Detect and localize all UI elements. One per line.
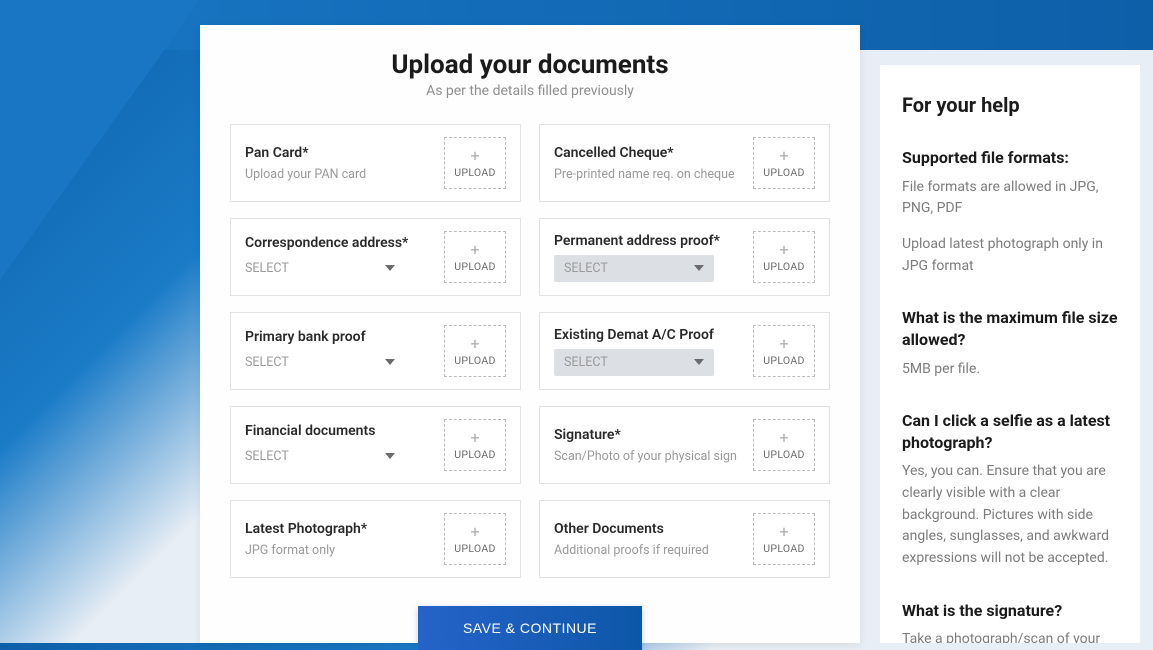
- help-section-selfie: Can I click a selfie as a latest photogr…: [902, 410, 1120, 570]
- doc-card-permanent: Permanent address proof* SELECT + UPLOAD: [539, 218, 830, 296]
- upload-label: UPLOAD: [454, 354, 495, 367]
- plus-icon: +: [779, 336, 788, 352]
- select-correspondence[interactable]: SELECT: [245, 257, 395, 280]
- help-question: What is the signature?: [902, 600, 1120, 622]
- upload-button-demat[interactable]: + UPLOAD: [753, 325, 815, 377]
- upload-button-financial[interactable]: + UPLOAD: [444, 419, 506, 471]
- doc-hint-other: Additional proofs if required: [554, 543, 753, 558]
- doc-label-permanent: Permanent address proof*: [554, 233, 753, 249]
- doc-card-cheque: Cancelled Cheque* Pre-printed name req. …: [539, 124, 830, 202]
- upload-form-panel: Upload your documents As per the details…: [200, 25, 860, 643]
- help-panel: For your help Supported file formats: Fi…: [880, 65, 1140, 643]
- upload-button-correspondence[interactable]: + UPLOAD: [444, 231, 506, 283]
- doc-hint-signature: Scan/Photo of your physical sign: [554, 449, 753, 464]
- chevron-down-icon: [385, 359, 395, 365]
- upload-button-other[interactable]: + UPLOAD: [753, 513, 815, 565]
- doc-label-pan: Pan Card*: [245, 145, 444, 161]
- upload-label: UPLOAD: [454, 260, 495, 273]
- select-placeholder: SELECT: [245, 355, 289, 370]
- chevron-down-icon: [694, 265, 704, 271]
- upload-button-bank[interactable]: + UPLOAD: [444, 325, 506, 377]
- select-placeholder: SELECT: [564, 261, 608, 276]
- upload-button-photo[interactable]: + UPLOAD: [444, 513, 506, 565]
- select-placeholder: SELECT: [245, 449, 289, 464]
- doc-card-other: Other Documents Additional proofs if req…: [539, 500, 830, 578]
- help-question: What is the maximum file size allowed?: [902, 307, 1120, 350]
- page-title: Upload your documents: [230, 50, 830, 80]
- chevron-down-icon: [385, 453, 395, 459]
- doc-label-bank: Primary bank proof: [245, 329, 444, 345]
- doc-card-correspondence: Correspondence address* SELECT + UPLOAD: [230, 218, 521, 296]
- plus-icon: +: [779, 430, 788, 446]
- doc-label-other: Other Documents: [554, 521, 753, 537]
- upload-button-permanent[interactable]: + UPLOAD: [753, 231, 815, 283]
- upload-label: UPLOAD: [454, 448, 495, 461]
- plus-icon: +: [470, 148, 479, 164]
- select-financial[interactable]: SELECT: [245, 445, 395, 468]
- upload-button-cheque[interactable]: + UPLOAD: [753, 137, 815, 189]
- plus-icon: +: [779, 524, 788, 540]
- doc-card-signature: Signature* Scan/Photo of your physical s…: [539, 406, 830, 484]
- doc-label-photo: Latest Photograph*: [245, 521, 444, 537]
- help-answer: Take a photograph/scan of your: [902, 629, 1120, 643]
- upload-button-signature[interactable]: + UPLOAD: [753, 419, 815, 471]
- upload-label: UPLOAD: [763, 354, 804, 367]
- doc-label-cheque: Cancelled Cheque*: [554, 145, 753, 161]
- help-answer: File formats are allowed in JPG, PNG, PD…: [902, 177, 1120, 220]
- help-question: Can I click a selfie as a latest photogr…: [902, 410, 1120, 453]
- plus-icon: +: [470, 336, 479, 352]
- plus-icon: +: [779, 148, 788, 164]
- help-question: Supported file formats:: [902, 147, 1120, 169]
- help-title: For your help: [902, 93, 1120, 117]
- upload-label: UPLOAD: [763, 166, 804, 179]
- plus-icon: +: [470, 524, 479, 540]
- doc-card-demat: Existing Demat A/C Proof SELECT + UPLOAD: [539, 312, 830, 390]
- doc-label-financial: Financial documents: [245, 423, 444, 439]
- help-section-signature: What is the signature? Take a photograph…: [902, 600, 1120, 643]
- help-section-size: What is the maximum file size allowed? 5…: [902, 307, 1120, 380]
- doc-hint-pan: Upload your PAN card: [245, 167, 444, 182]
- help-section-formats: Supported file formats: File formats are…: [902, 147, 1120, 277]
- upload-label: UPLOAD: [763, 542, 804, 555]
- help-answer: Upload latest photograph only in JPG for…: [902, 234, 1120, 277]
- doc-label-signature: Signature*: [554, 427, 753, 443]
- select-placeholder: SELECT: [245, 261, 289, 276]
- upload-button-pan[interactable]: + UPLOAD: [444, 137, 506, 189]
- plus-icon: +: [779, 242, 788, 258]
- upload-label: UPLOAD: [763, 260, 804, 273]
- plus-icon: +: [470, 242, 479, 258]
- doc-label-correspondence: Correspondence address*: [245, 235, 444, 251]
- select-placeholder: SELECT: [564, 355, 608, 370]
- save-continue-button[interactable]: SAVE & CONTINUE: [418, 606, 642, 650]
- doc-hint-photo: JPG format only: [245, 543, 444, 558]
- help-answer: Yes, you can. Ensure that you are clearl…: [902, 461, 1120, 569]
- plus-icon: +: [470, 430, 479, 446]
- chevron-down-icon: [694, 359, 704, 365]
- chevron-down-icon: [385, 265, 395, 271]
- doc-card-photo: Latest Photograph* JPG format only + UPL…: [230, 500, 521, 578]
- help-answer: 5MB per file.: [902, 359, 1120, 381]
- select-demat[interactable]: SELECT: [554, 349, 714, 376]
- select-bank[interactable]: SELECT: [245, 351, 395, 374]
- doc-card-bank: Primary bank proof SELECT + UPLOAD: [230, 312, 521, 390]
- upload-label: UPLOAD: [763, 448, 804, 461]
- upload-label: UPLOAD: [454, 542, 495, 555]
- doc-card-pan: Pan Card* Upload your PAN card + UPLOAD: [230, 124, 521, 202]
- select-permanent[interactable]: SELECT: [554, 255, 714, 282]
- page-subtitle: As per the details filled previously: [230, 83, 830, 99]
- doc-card-financial: Financial documents SELECT + UPLOAD: [230, 406, 521, 484]
- upload-label: UPLOAD: [454, 166, 495, 179]
- doc-hint-cheque: Pre-printed name req. on cheque: [554, 167, 753, 182]
- doc-label-demat: Existing Demat A/C Proof: [554, 327, 753, 343]
